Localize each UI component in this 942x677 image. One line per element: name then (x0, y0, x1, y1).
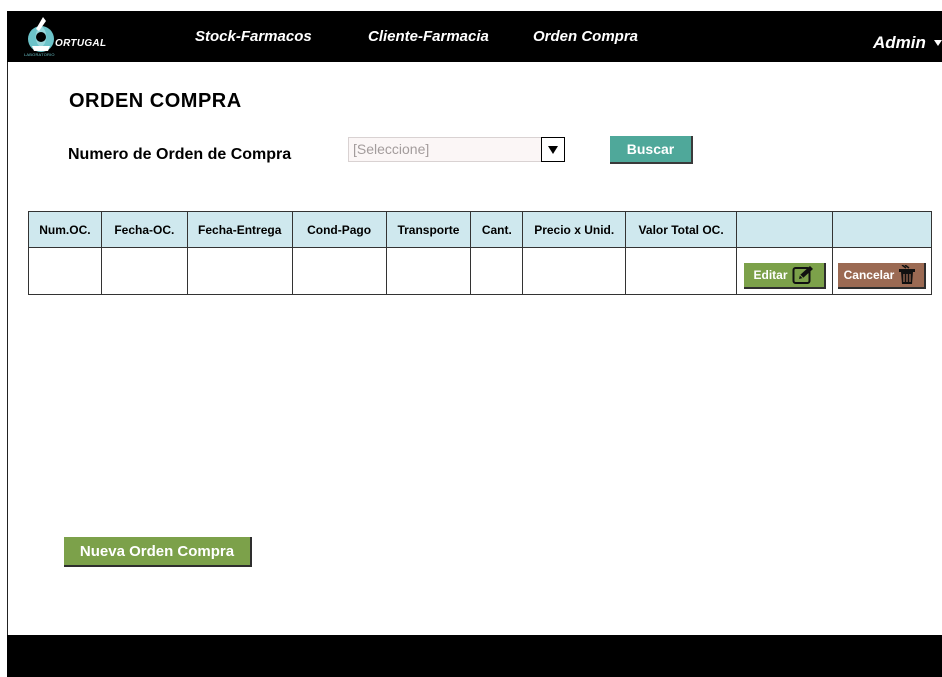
dropdown-arrow-icon (548, 146, 558, 154)
search-button[interactable]: Buscar (610, 136, 693, 164)
table-cell (186, 247, 293, 295)
table-row: Editar Cancelar (28, 247, 933, 295)
table-cell (28, 247, 102, 295)
table-cell-edit: Editar (736, 247, 833, 295)
logo-subtext: LABORATORIO (24, 52, 55, 57)
column-header-precio-unid: Precio x Unid. (522, 211, 627, 248)
nav-item-cliente-farmacia[interactable]: Cliente-Farmacia (368, 28, 489, 45)
edit-pencil-icon (792, 266, 813, 284)
table-cell (625, 247, 738, 295)
column-header-num-oc: Num.OC. (28, 211, 102, 248)
table-cell (100, 247, 188, 295)
cancel-button-label: Cancelar (843, 268, 895, 282)
column-header-valor-total: Valor Total OC. (625, 211, 738, 248)
new-purchase-order-button[interactable]: Nueva Orden Compra (64, 537, 252, 567)
column-header-cancel (831, 211, 933, 248)
table-cell (385, 247, 472, 295)
column-header-cond-pago: Cond-Pago (291, 211, 387, 248)
laboratory-logo-icon (28, 17, 54, 52)
order-number-label: Numero de Orden de Compra (68, 146, 292, 163)
top-navigation-bar: ORTUGAL LABORATORIO Stock-Farmacos Clien… (7, 11, 942, 62)
app-logo[interactable]: ORTUGAL LABORATORIO (23, 15, 113, 59)
nav-item-orden-compra[interactable]: Orden Compra (533, 28, 638, 45)
table-cell (470, 247, 524, 295)
trash-icon (899, 265, 916, 284)
order-number-select[interactable]: [Seleccione] (348, 137, 565, 162)
window-left-border (7, 62, 8, 635)
column-header-fecha-oc: Fecha-OC. (100, 211, 188, 248)
user-menu-admin[interactable]: Admin (873, 33, 926, 53)
table-header-row: Num.OC. Fecha-OC. Fecha-Entrega Cond-Pag… (28, 211, 933, 248)
nav-item-stock-farmacos[interactable]: Stock-Farmacos (195, 28, 312, 45)
column-header-transporte: Transporte (385, 211, 472, 248)
edit-button-label: Editar (753, 268, 788, 282)
cancel-button[interactable]: Cancelar (837, 263, 926, 289)
table-cell-cancel: Cancelar (831, 247, 933, 295)
edit-button[interactable]: Editar (743, 263, 826, 289)
table-cell (291, 247, 387, 295)
select-value: [Seleccione] (353, 141, 430, 157)
footer-bar (7, 635, 942, 677)
caret-down-icon[interactable] (934, 40, 942, 46)
logo-text: ORTUGAL (55, 38, 107, 49)
page-title: ORDEN COMPRA (69, 90, 242, 112)
column-header-fecha-entrega: Fecha-Entrega (186, 211, 293, 248)
column-header-cant: Cant. (470, 211, 524, 248)
column-header-edit (736, 211, 833, 248)
table-cell (522, 247, 627, 295)
purchase-orders-table: Num.OC. Fecha-OC. Fecha-Entrega Cond-Pag… (28, 211, 933, 295)
select-dropdown-button[interactable] (541, 137, 565, 162)
